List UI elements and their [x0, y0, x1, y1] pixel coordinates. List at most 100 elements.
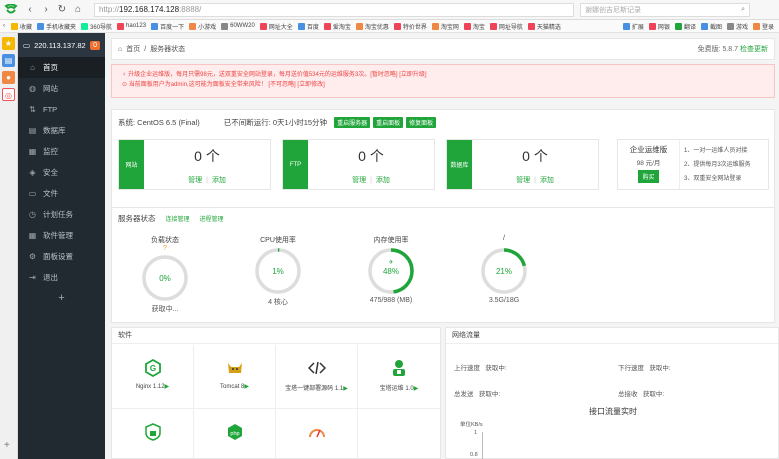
url-input[interactable]: http://192.168.174.128:8888/ — [94, 2, 574, 17]
sidebar-item-3[interactable]: ▤ 数据库 — [18, 120, 105, 141]
add-icon[interactable]: + — [4, 440, 10, 451]
sidebar-add-button[interactable]: + — [18, 288, 105, 308]
star-icon[interactable]: ★ — [2, 37, 15, 50]
play-arrow-icon[interactable]: ▶ — [165, 384, 170, 390]
ftp-manage-link[interactable]: 管理 — [352, 177, 366, 184]
sidebar-item-0[interactable]: ⌂ 首页 — [18, 57, 105, 78]
modify-link[interactable]: [立即修改] — [297, 82, 324, 88]
gauge-2[interactable]: 内存使用率 ✈ 48% 475/988 (MB) — [346, 235, 436, 304]
chart-unit: 单位KB/s — [460, 422, 483, 428]
bookmark-item[interactable]: 淘宝 — [463, 22, 485, 31]
bookmark-item[interactable]: 网址导航 — [489, 22, 523, 31]
speed-icon — [308, 423, 326, 441]
reload-icon[interactable]: ↻ — [54, 4, 70, 15]
toolbar-item[interactable]: 截图 — [700, 22, 722, 31]
site-manage-link[interactable]: 管理 — [188, 177, 202, 184]
software-item[interactable] — [112, 409, 194, 459]
chart-title: 接口流量实时 — [589, 407, 637, 416]
bookmark-item[interactable]: 手机收藏夹 — [37, 22, 76, 31]
ftp-card: FTP 0 个 管理 | 添加 — [282, 139, 435, 190]
software-item[interactable]: php — [194, 409, 276, 459]
home-icon[interactable]: ⌂ — [70, 4, 86, 15]
toolbar-item[interactable]: 翻译 — [674, 22, 696, 31]
bookmark-item[interactable]: 淘宝网 — [431, 22, 459, 31]
toolbar-item[interactable]: 游戏 — [726, 22, 748, 31]
bookmark-icon — [393, 22, 401, 30]
sidebar-item-8[interactable]: ▦ 软件管理 — [18, 225, 105, 246]
buy-button[interactable]: 购买 — [638, 170, 659, 183]
back-icon[interactable]: ‹ — [22, 4, 38, 15]
browser-logo-icon[interactable] — [0, 0, 22, 20]
software-item[interactable]: G Nginx 1.12▶ — [112, 345, 194, 409]
cannot-ignore-link[interactable]: [不可忽略] — [268, 82, 295, 88]
ops-icon — [390, 359, 408, 377]
ftp-add-link[interactable]: 添加 — [376, 177, 390, 184]
sidebar-item-6[interactable]: ▭ 文件 — [18, 183, 105, 204]
gauge-1[interactable]: CPU使用率 1% 4 核心 — [233, 235, 323, 307]
gauge-title: 负载状态 — [151, 237, 179, 244]
bookmark-item[interactable]: 天猫精选 — [527, 22, 561, 31]
software-item[interactable]: 宝塔一键部署源码 1.1▶ — [276, 345, 358, 409]
bookmark-item[interactable]: 网址大全 — [259, 22, 293, 31]
bookmark-item[interactable]: 爱淘宝 — [323, 22, 351, 31]
ignore-link[interactable]: [暂时忽略] — [370, 72, 397, 78]
browser-search-input[interactable]: 谢娜创吉尼斯记录 ⌕ — [580, 2, 750, 17]
sidebar-item-label: 软件管理 — [43, 231, 73, 240]
bookmark-icon — [323, 22, 331, 30]
bookmark-item[interactable]: 百度 — [297, 22, 319, 31]
check-update-link[interactable]: 检查更新 — [740, 46, 768, 53]
bookmark-item[interactable]: hao123 — [117, 22, 146, 31]
software-item[interactable]: 宝塔运维 1.0▶ — [358, 345, 440, 409]
weibo-icon[interactable]: ● — [2, 71, 15, 84]
bookmark-item[interactable]: 百度一下 — [151, 22, 184, 31]
bookmark-item[interactable]: 60WW20 — [221, 22, 255, 31]
process-manage-link[interactable]: 进程管理 — [200, 214, 224, 223]
help-icon[interactable]: ? — [163, 245, 167, 252]
bookmark-item[interactable]: 360导航 — [81, 22, 112, 31]
app-icon[interactable]: ◎ — [2, 88, 15, 101]
home-icon[interactable]: ⌂ — [118, 46, 122, 53]
gauge-ring: ✈48% — [368, 248, 414, 294]
bookmark-item[interactable]: 特价世界 — [393, 22, 427, 31]
sidebar-item-5[interactable]: ◈ 安全 — [18, 162, 105, 183]
play-arrow-icon[interactable]: ▶ — [244, 384, 249, 390]
upgrade-link[interactable]: [立即升级] — [399, 72, 426, 78]
sidebar-item-1[interactable]: ◍ 网站 — [18, 78, 105, 99]
search-icon[interactable]: ⌕ — [741, 6, 749, 14]
site-add-link[interactable]: 添加 — [212, 177, 226, 184]
gauge-3[interactable]: / 21% 3.5G/18G — [459, 235, 549, 304]
news-icon[interactable]: ▤ — [2, 54, 15, 67]
gauge-detail: 3.5G/18G — [488, 297, 520, 304]
sidebar-item-label: 面板设置 — [43, 252, 73, 261]
toolbar-item[interactable]: 网银 — [648, 22, 670, 31]
bookmark-toggle-icon[interactable]: ‹ — [3, 23, 5, 29]
sidebar-item-10[interactable]: ⇥ 退出 — [18, 267, 105, 288]
toolbar-item[interactable]: 扩展 — [622, 22, 644, 31]
bookmark-item[interactable]: 小游戏 — [189, 22, 216, 31]
software-name: Nginx 1.12 — [135, 384, 165, 390]
software-item[interactable] — [276, 409, 358, 459]
forward-icon[interactable]: › — [38, 4, 54, 15]
reboot-server-button[interactable]: 重启服务器 — [334, 117, 371, 128]
toolbar-item[interactable]: 登录 — [752, 22, 774, 31]
notification-badge[interactable]: 0 — [90, 40, 100, 50]
database-add-link[interactable]: 添加 — [540, 177, 554, 184]
play-arrow-icon[interactable]: ▶ — [414, 386, 419, 392]
gauge-0[interactable]: 负载状态 ? 0% 获取中... — [120, 235, 210, 314]
software-item[interactable]: Tomcat 8▶ — [194, 345, 276, 409]
database-manage-link[interactable]: 管理 — [516, 177, 530, 184]
bookmark-icon — [489, 22, 497, 30]
gauge-title: / — [503, 235, 505, 242]
sidebar-item-7[interactable]: ◷ 计划任务 — [18, 204, 105, 225]
sidebar-item-4[interactable]: ▦ 监控 — [18, 141, 105, 162]
sidebar-item-9[interactable]: ⚙ 面板设置 — [18, 246, 105, 267]
breadcrumb-home[interactable]: 首页 — [126, 44, 140, 54]
play-arrow-icon[interactable]: ▶ — [343, 386, 348, 392]
repair-panel-button[interactable]: 修复面板 — [406, 117, 437, 128]
bookmark-item[interactable]: 淘宝优惠 — [355, 22, 389, 31]
sidebar-item-2[interactable]: ⇅ FTP — [18, 99, 105, 120]
connection-manage-link[interactable]: 连接管理 — [166, 214, 190, 223]
toolbar-icon — [674, 23, 682, 30]
restart-panel-button[interactable]: 重启面板 — [373, 117, 404, 128]
bookmark-item[interactable]: 收藏 — [11, 22, 32, 31]
